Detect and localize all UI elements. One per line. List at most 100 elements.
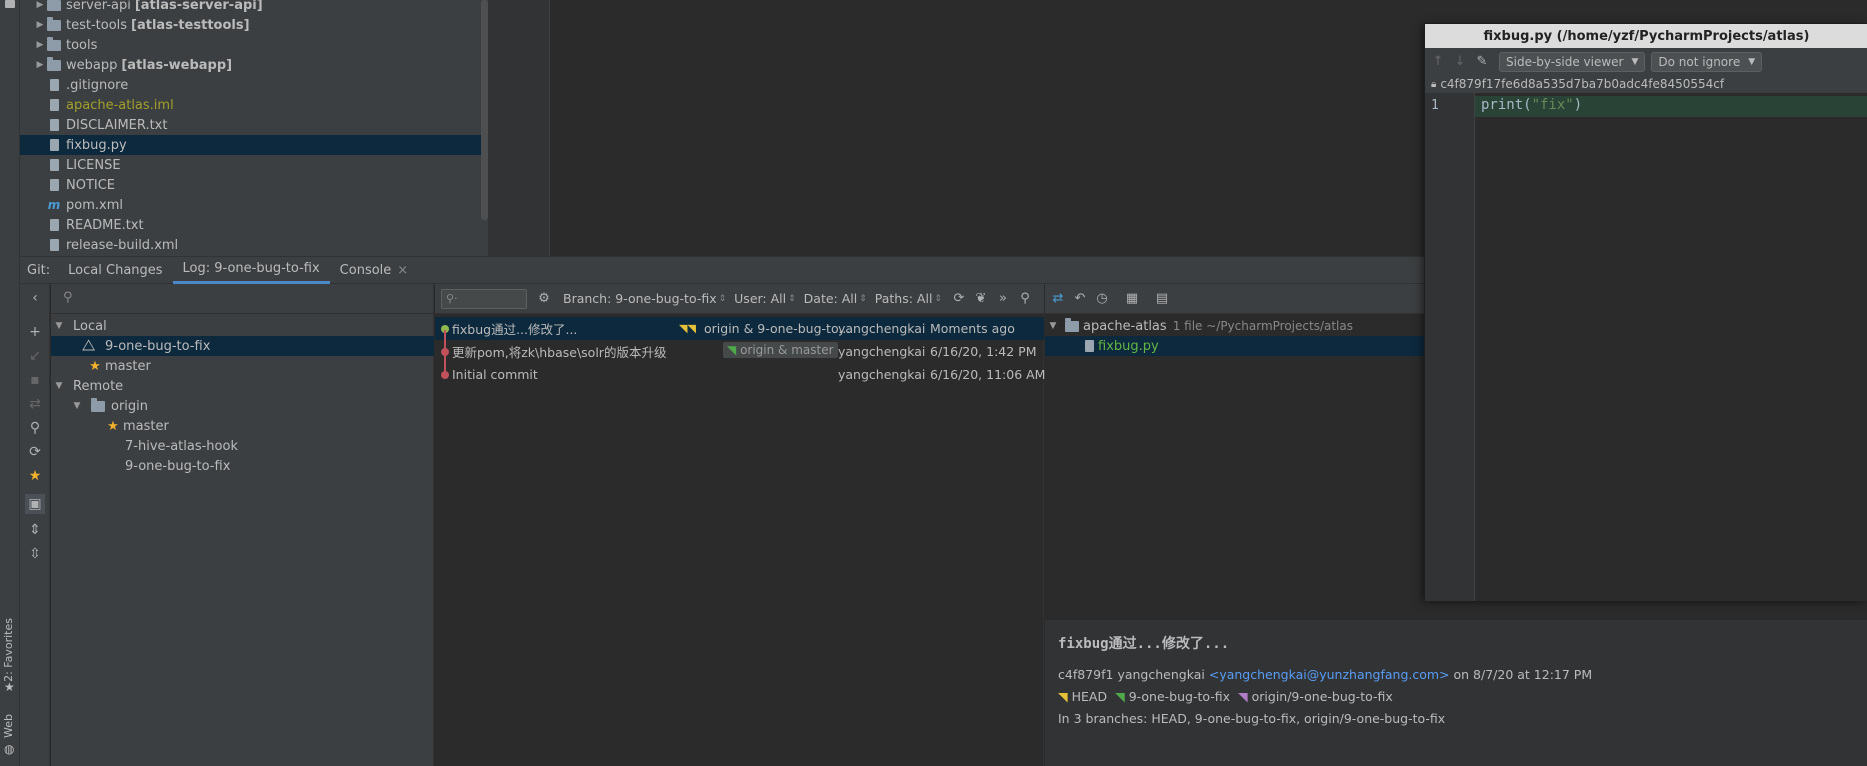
tab-label: Log: 9-one-bug-to-fix (182, 261, 320, 276)
project-scrollbar[interactable] (481, 0, 488, 220)
checkout-icon[interactable]: ↙ (25, 346, 45, 366)
module-name: [atlas-testtools] (131, 17, 250, 33)
git-side-toolbar: ‹ + ↙ ▪ ⇄ ⚲ ⟳ ★ ▣ ⇕ ⇳ (20, 284, 50, 766)
user-filter[interactable]: User: All (734, 291, 786, 306)
project-tree-item[interactable]: .gitignore (20, 75, 488, 95)
settings-icon[interactable]: ⚙ (533, 291, 555, 306)
file-icon (46, 98, 62, 112)
add-icon[interactable]: + (25, 322, 45, 342)
project-tree-item[interactable]: README.txt (20, 215, 488, 235)
folder-icon (1065, 317, 1079, 332)
root-name: apache-atlas (1083, 318, 1167, 334)
file-shape (49, 99, 59, 111)
refresh-icon[interactable]: ⟳ (25, 442, 45, 462)
revision-bar: 🔒︎ c4f879f17fe6d8a535d7ba7b0adc4fe845055… (1425, 75, 1867, 93)
project-tree-item[interactable]: ▶ test-tools [atlas-testtools] (20, 15, 488, 35)
log-filter-input[interactable]: ⚲· (441, 288, 527, 309)
commit-log-panel: ⚲· ⚙ Branch: 9-one-bug-to-fix ⇕ User: All… (435, 284, 1045, 766)
globe-icon: ◍ (4, 742, 15, 756)
project-tree-item[interactable]: LICENSE (20, 155, 488, 175)
branch-item[interactable]: 7-hive-atlas-hook (51, 436, 434, 456)
expand-arrow-icon[interactable]: ▶ (34, 40, 46, 50)
expand-arrow-icon[interactable]: ▼ (71, 401, 83, 411)
tag-icon: ◥ (1238, 689, 1248, 704)
branch-search-field[interactable]: ⚲ (51, 284, 434, 314)
date-filter[interactable]: Date: All (804, 291, 858, 306)
author-email-link[interactable]: <yangchengkai@yunzhangfang.com> (1209, 667, 1450, 682)
project-tree-item[interactable]: apache-atlas.iml (20, 95, 488, 115)
expand-icon[interactable]: ▤ (1151, 291, 1173, 306)
project-tree-item[interactable]: ▶ server-api [atlas-server-api] (20, 0, 488, 15)
paths-filter[interactable]: Paths: All (875, 291, 933, 306)
commit-row[interactable]: Initial commit yangchengkai 6/16/20, 11:… (435, 363, 1045, 386)
group-icon[interactable]: ▣ (25, 494, 45, 514)
search-icon: ⚲· (446, 291, 458, 305)
expand-all-icon[interactable]: ⇕ (25, 520, 45, 540)
next-diff-icon[interactable]: ↓ (1449, 54, 1471, 69)
show-diff-icon[interactable]: ⇄ (1047, 291, 1069, 306)
branch-item[interactable]: ★ master (51, 416, 434, 436)
expand-arrow-icon[interactable]: ▶ (34, 0, 46, 10)
branch-item[interactable]: ⃤ 9-one-bug-to-fix (51, 336, 434, 356)
expand-arrow-icon[interactable]: ▼ (1047, 321, 1059, 331)
project-tree-item[interactable]: ▶ tools (20, 35, 488, 55)
refresh-icon[interactable]: ⟳ (948, 291, 970, 306)
commit-date: on 8/7/20 at 12:17 PM (1453, 667, 1593, 682)
expand-arrow-icon[interactable]: ▼ (53, 381, 65, 391)
project-icon[interactable] (5, 0, 15, 8)
branch-filter[interactable]: Branch: 9-one-bug-to-fix (563, 291, 717, 306)
favorites-tab[interactable]: 2: Favorites (2, 618, 15, 682)
tab-local-changes[interactable]: Local Changes (58, 257, 172, 284)
branch-item[interactable]: 9-one-bug-to-fix (51, 456, 434, 476)
project-tree-item[interactable]: DISCLAIMER.txt (20, 115, 488, 135)
commit-row[interactable]: 更新pom,将zk\hbase\solr的版本升级 ◥ origin & mas… (435, 340, 1044, 363)
commit-refs: ◥ HEAD ◥ 9-one-bug-to-fix ◥ origin/9-one… (1058, 689, 1393, 704)
more-icon[interactable]: » (992, 291, 1014, 306)
edit-icon[interactable]: ✎ (1471, 54, 1493, 69)
expand-arrow-icon[interactable]: ▶ (34, 20, 46, 30)
history-icon[interactable]: ◷ (1091, 291, 1113, 306)
project-tree-item[interactable]: fixbug.py (20, 135, 488, 155)
project-tree-item[interactable]: release-build.xml (20, 235, 488, 255)
remote-origin[interactable]: ▼ origin (51, 396, 434, 416)
project-tree-item[interactable]: NOTICE (20, 175, 488, 195)
diff-window-title[interactable]: fixbug.py (/home/yzf/PycharmProjects/atl… (1425, 24, 1867, 48)
cherry-pick-icon[interactable]: ❦ (970, 291, 992, 306)
ignore-select[interactable]: Do not ignore ▼ (1651, 51, 1763, 72)
back-arrow-icon[interactable]: ‹ (25, 288, 45, 308)
star-icon: ★ (4, 680, 15, 694)
diff-editor[interactable]: 1 print("fix") (1425, 93, 1867, 601)
compare-icon[interactable]: ⇄ (25, 394, 45, 414)
dropdown-icon: ⇕ (718, 293, 727, 304)
collapse-all-icon[interactable]: ⇳ (25, 544, 45, 564)
project-tree-item[interactable]: ▶ webapp [atlas-webapp] (20, 55, 488, 75)
search-icon[interactable]: ⚲ (1014, 291, 1036, 306)
branch-item[interactable]: ★ master (51, 356, 434, 376)
branch-group-remote[interactable]: ▼ Remote (51, 376, 434, 396)
tab-log[interactable]: Log: 9-one-bug-to-fix (172, 256, 330, 284)
file-icon (46, 218, 62, 232)
revert-icon[interactable]: ↶ (1069, 291, 1091, 306)
tab-label: Console (339, 262, 392, 278)
tab-console[interactable]: Console × (330, 257, 419, 284)
project-tree-item[interactable]: m pom.xml (20, 195, 488, 215)
folder-icon (46, 0, 62, 12)
star-icon[interactable]: ★ (25, 466, 45, 486)
dropdown-icon: ⇕ (934, 293, 942, 304)
prev-diff-icon[interactable]: ↑ (1427, 54, 1449, 69)
file-shape (49, 219, 59, 231)
commit-row[interactable]: fixbug通过...修改了... ◥◥ origin & 9-one-bug-… (435, 317, 1044, 340)
web-tab[interactable]: Web (2, 714, 15, 738)
delete-icon[interactable]: ▪ (25, 370, 45, 390)
expand-arrow-icon[interactable]: ▼ (53, 321, 65, 331)
branch-group-local[interactable]: ▼ Local (51, 316, 434, 336)
item-name: .gitignore (66, 77, 129, 93)
group-by-icon[interactable]: ▦ (1121, 291, 1143, 306)
viewer-select[interactable]: Side-by-side viewer ▼ (1499, 51, 1646, 72)
item-name: webapp (66, 57, 118, 73)
search-icon[interactable]: ⚲ (25, 418, 45, 438)
expand-arrow-icon[interactable]: ▶ (34, 60, 46, 70)
code-function: print( (1481, 97, 1532, 113)
close-icon[interactable]: × (397, 263, 408, 278)
commit-date: 6/16/20, 1:42 PM (930, 344, 1037, 359)
